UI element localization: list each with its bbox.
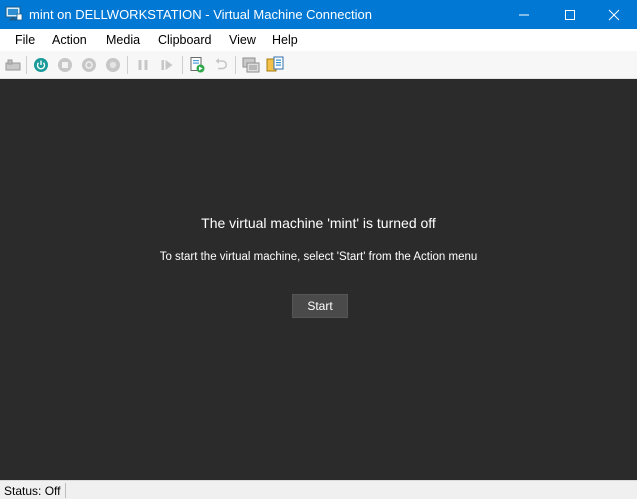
save-icon [106, 58, 120, 72]
start-icon [34, 58, 48, 72]
enhanced-session-icon [242, 57, 260, 73]
vm-display-area[interactable]: The virtual machine 'mint' is turned off… [0, 79, 637, 480]
ctrl-alt-del-icon [5, 59, 21, 71]
menu-help[interactable]: Help [272, 33, 298, 47]
maximize-icon [565, 9, 575, 20]
shut-down-button[interactable] [80, 56, 98, 74]
maximize-button[interactable] [547, 0, 593, 29]
menu-clipboard[interactable]: Clipboard [158, 33, 212, 47]
revert-icon [215, 58, 228, 70]
menu-file[interactable]: File [15, 33, 35, 47]
title-bar[interactable]: mint on DELLWORKSTATION - Virtual Machin… [0, 0, 637, 29]
toolbar-separator [235, 56, 236, 74]
vm-connection-icon [5, 6, 23, 22]
status-bar: Status: Off [0, 480, 637, 499]
toolbar-separator [127, 56, 128, 74]
status-separator [65, 483, 66, 498]
share-button[interactable] [266, 56, 284, 74]
status-text: Status: Off [4, 484, 61, 498]
minimize-button[interactable] [501, 0, 547, 29]
close-icon [608, 9, 620, 20]
vm-off-heading: The virtual machine 'mint' is turned off [201, 215, 436, 231]
menu-bar: File Action Media Clipboard View Help [0, 29, 637, 51]
start-button[interactable] [32, 56, 50, 74]
share-icon [266, 56, 284, 72]
enhanced-session-button[interactable] [242, 56, 260, 74]
checkpoint-button[interactable] [188, 56, 206, 74]
resume-button[interactable] [158, 56, 176, 74]
window-title: mint on DELLWORKSTATION - Virtual Machin… [29, 7, 372, 22]
ctrl-alt-del-button[interactable] [4, 56, 22, 74]
toolbar-separator [26, 56, 27, 74]
checkpoint-icon [190, 57, 205, 73]
turn-off-button[interactable] [56, 56, 74, 74]
toolbar-separator [182, 56, 183, 74]
menu-media[interactable]: Media [106, 33, 140, 47]
minimize-icon [519, 14, 529, 15]
start-vm-button[interactable]: Start [292, 294, 348, 318]
close-button[interactable] [591, 0, 637, 29]
pause-button[interactable] [134, 56, 152, 74]
menu-view[interactable]: View [229, 33, 256, 47]
shut-down-icon [82, 58, 96, 72]
pause-icon [138, 60, 148, 70]
save-button[interactable] [104, 56, 122, 74]
resume-icon [161, 60, 173, 70]
vm-off-hint: To start the virtual machine, select 'St… [159, 251, 478, 263]
turn-off-icon [58, 58, 72, 72]
menu-action[interactable]: Action [52, 33, 87, 47]
revert-button[interactable] [212, 56, 230, 74]
toolbar [0, 51, 637, 79]
